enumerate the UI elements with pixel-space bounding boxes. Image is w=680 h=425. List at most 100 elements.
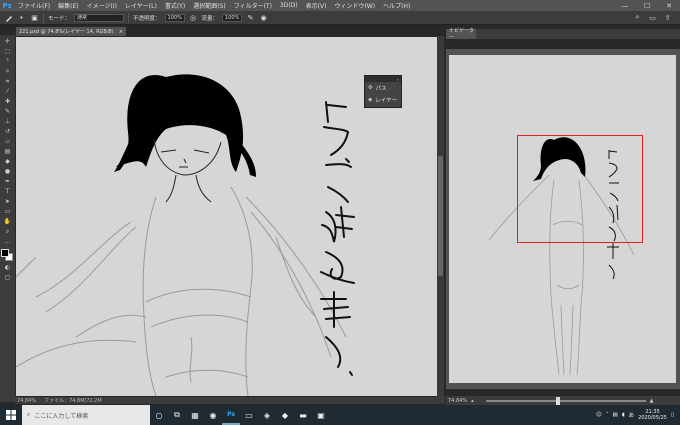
network-icon[interactable]: ▤ [613, 412, 618, 418]
menu-window[interactable]: ウィンドウ(W) [330, 1, 379, 10]
zoom-readout[interactable]: 74.84% [17, 398, 36, 404]
navigator-preview[interactable] [449, 55, 676, 383]
shape-tool-icon[interactable]: ▭ [3, 207, 13, 216]
status-bar: 74.84% ファイル：74.8M/72.2M [15, 397, 445, 404]
move-tool-icon[interactable]: ✛ [3, 37, 13, 46]
navigator-view-frame[interactable] [517, 135, 643, 243]
eraser-tool-icon[interactable]: ▱ [3, 137, 13, 146]
pressure-size-icon[interactable]: ◉ [259, 13, 268, 22]
share-icon[interactable]: ⇪ [663, 13, 672, 22]
brush-tool-icon[interactable] [4, 13, 13, 22]
screen-mode-icon[interactable]: ▢ [3, 273, 13, 282]
mode-select[interactable]: 通常 [74, 13, 125, 22]
navigator-zoom-value[interactable]: 74.84% [448, 398, 467, 404]
zoom-slider-knob[interactable] [555, 396, 560, 405]
more-tools-icon[interactable]: … [3, 237, 13, 246]
opacity-field[interactable]: 100% [164, 13, 185, 22]
pen-tool-icon[interactable]: ✒ [3, 177, 13, 186]
crop-tool-icon[interactable]: ⌗ [3, 77, 13, 86]
canvas-scrollbar[interactable] [437, 36, 444, 397]
app-icon-3[interactable]: ▬ [294, 405, 312, 425]
menu-bar: Ps ファイル(F) 編集(E) イメージ(I) レイヤー(L) 書式(Y) 選… [0, 0, 680, 11]
tab-navigator[interactable]: ナビゲーター [446, 28, 476, 41]
paths-label: パス [375, 86, 387, 92]
menu-type[interactable]: 書式(Y) [161, 1, 189, 10]
zoom-tool-icon[interactable]: ⌕ [3, 227, 13, 236]
blur-tool-icon[interactable]: ◆ [3, 157, 13, 166]
menu-select[interactable]: 選択範囲(S) [189, 1, 230, 10]
scrollbar-thumb[interactable] [438, 156, 443, 276]
stamp-tool-icon[interactable]: ⊥ [3, 117, 13, 126]
divider [43, 12, 44, 23]
clock[interactable]: 21:35 2020/05/25 [638, 409, 667, 421]
menu-layer[interactable]: レイヤー(L) [121, 1, 161, 10]
volume-icon[interactable]: ◖ [622, 412, 625, 418]
app-icon-2[interactable]: ◆ [276, 405, 294, 425]
flow-field[interactable]: 100% [222, 13, 243, 22]
divider [128, 12, 130, 23]
marquee-tool-icon[interactable]: ⬚ [3, 47, 13, 56]
brush-tool-icon[interactable]: ✎ [3, 107, 13, 116]
zoom-out-icon[interactable]: ▴ [471, 398, 474, 404]
layers-label: レイヤー [375, 98, 398, 104]
minimize-icon[interactable]: — [614, 0, 636, 11]
start-button[interactable] [0, 405, 22, 425]
eyedropper-tool-icon[interactable]: ⁄ [3, 87, 13, 96]
taskbar-search[interactable]: ⌕ ここに入力して検索 [22, 405, 150, 425]
system-tray: ☺ ˄ ▤ ◖ あ 21:35 2020/05/25 ▯ [596, 409, 680, 421]
menu-file[interactable]: ファイル(F) [14, 1, 54, 10]
gradient-tool-icon[interactable]: ▤ [3, 147, 13, 156]
search-icon[interactable]: ⌕ [633, 13, 642, 22]
pressure-opacity-icon[interactable]: ◎ [189, 13, 198, 22]
menu-filter[interactable]: フィルター(T) [230, 1, 276, 10]
menu-image[interactable]: イメージ(I) [83, 1, 121, 10]
lasso-tool-icon[interactable]: ᐤ [3, 57, 13, 66]
quick-select-tool-icon[interactable]: ✧ [3, 67, 13, 76]
app-icon[interactable]: ▦ [186, 405, 204, 425]
people-icon[interactable]: ☺ [596, 412, 602, 418]
brush-settings-icon[interactable]: ▣ [30, 13, 39, 22]
app-icon-4[interactable]: ▣ [312, 405, 330, 425]
task-view-icon[interactable]: ⧉ [168, 405, 186, 425]
menu-view[interactable]: 表示(V) [302, 1, 331, 10]
zoom-in-icon[interactable]: ▲ [650, 398, 654, 404]
history-brush-tool-icon[interactable]: ↺ [3, 127, 13, 136]
paths-panel-button[interactable]: ✣ パス [365, 82, 401, 94]
search-placeholder: ここに入力して検索 [34, 412, 89, 420]
chrome-icon[interactable]: ◉ [204, 405, 222, 425]
healing-tool-icon[interactable]: ✚ [3, 97, 13, 106]
workspace-icon[interactable]: ▭ [648, 13, 657, 22]
type-tool-icon[interactable]: T [3, 187, 13, 196]
navigator-panel [446, 49, 680, 389]
layers-panel-button[interactable]: ◈ レイヤー [365, 94, 401, 106]
dodge-tool-icon[interactable]: ● [3, 167, 13, 176]
menu-3d[interactable]: 3D(D) [276, 2, 302, 9]
chevron-up-icon[interactable]: ˄ [606, 412, 609, 418]
brush-preset-icon[interactable]: • [17, 13, 26, 22]
layers-icon: ◈ [368, 97, 373, 103]
navigator-zoom-slider[interactable] [485, 396, 646, 405]
notification-icon[interactable]: ▯ [671, 412, 674, 418]
paint-icon[interactable]: ◈ [258, 405, 276, 425]
close-document-icon[interactable]: × [119, 29, 126, 35]
windows-logo-icon [6, 410, 16, 420]
hand-tool-icon[interactable]: ✋ [3, 217, 13, 226]
document-title: 221.psd @ 74.8%(レイヤー 14, RGB/8) [19, 29, 114, 35]
navigator-tabbar: ナビゲーター [446, 28, 680, 41]
quick-mask-icon[interactable]: ◐ [3, 263, 13, 272]
explorer-icon[interactable]: ▭ [240, 405, 258, 425]
airbrush-icon[interactable]: ✎ [246, 13, 255, 22]
foreground-color[interactable] [1, 249, 9, 257]
cortana-icon[interactable]: ○ [150, 405, 168, 425]
close-icon[interactable]: ✕ [658, 0, 680, 11]
ime-icon[interactable]: あ [629, 411, 635, 419]
paths-layers-panel: » ✣ パス ◈ レイヤー [364, 75, 402, 108]
path-select-tool-icon[interactable]: ➤ [3, 197, 13, 206]
photoshop-logo[interactable]: Ps [0, 0, 14, 11]
color-swatches[interactable] [1, 249, 14, 262]
menu-edit[interactable]: 編集(E) [54, 1, 82, 10]
photoshop-taskbar-icon[interactable]: Ps [222, 405, 240, 425]
maximize-icon[interactable]: ☐ [636, 0, 658, 11]
menu-help[interactable]: ヘルプ(H) [379, 1, 414, 10]
document-tab[interactable]: 221.psd @ 74.8%(レイヤー 14, RGB/8) × [16, 27, 126, 36]
